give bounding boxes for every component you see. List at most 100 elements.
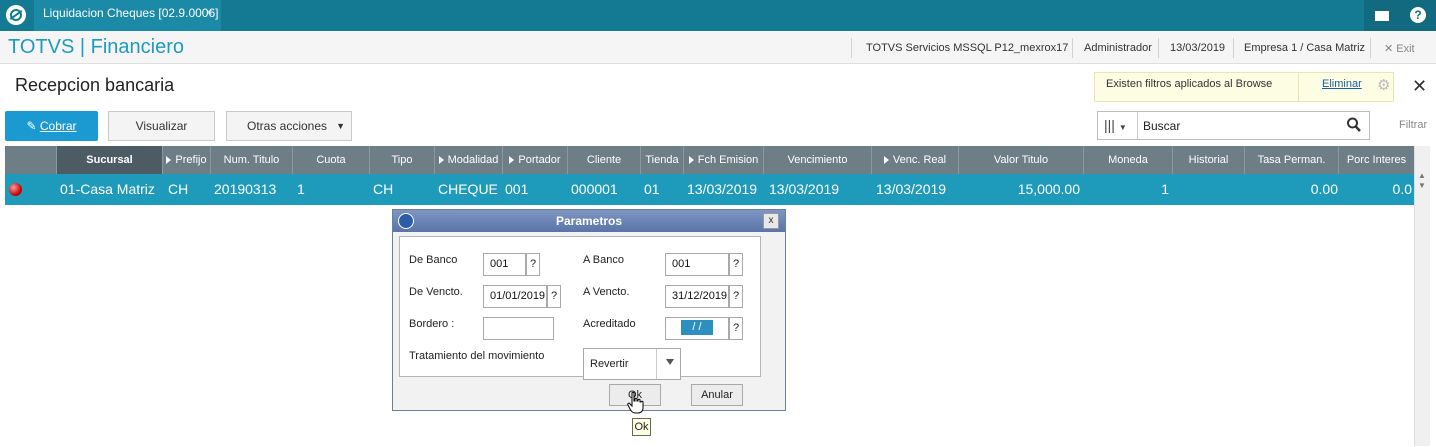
cell-cuota: 1 (297, 181, 305, 197)
column-header-tienda[interactable]: Tienda (641, 146, 684, 174)
header-separator (1370, 38, 1371, 58)
column-header-sucursal[interactable]: Sucursal (57, 146, 163, 174)
column-header-num-titulo[interactable]: Num. Titulo (211, 146, 293, 174)
header-separator (1072, 38, 1073, 58)
visualizar-button[interactable]: Visualizar (108, 111, 215, 141)
a-banco-lookup-button[interactable]: ? (729, 253, 743, 276)
dialog-close-button[interactable]: x (763, 213, 779, 229)
exit-button[interactable]: ✕ Exit (1384, 42, 1415, 55)
a-banco-field[interactable]: 001 (665, 253, 729, 276)
tab-close-icon[interactable]: × (206, 0, 220, 26)
header-separator (1233, 38, 1234, 58)
column-header-fch-emision[interactable]: Fch Emision (684, 146, 764, 174)
search-icon[interactable] (1346, 116, 1362, 134)
totvs-logo-icon[interactable] (6, 5, 26, 25)
column-header-modalidad[interactable]: Modalidad (435, 146, 503, 174)
columns-icon: ||| (1104, 117, 1115, 133)
filter-notice: Existen filtros aplicados al Browse (1106, 78, 1273, 90)
cell-valor-titulo: 15,000.00 (1017, 181, 1080, 197)
tratamiento-label: Tratamiento del movimiento (409, 350, 545, 362)
ok-tooltip: Ok (632, 418, 651, 436)
scroll-down-icon[interactable]: ▼ (1417, 181, 1427, 190)
de-banco-lookup-button[interactable]: ? (526, 253, 540, 276)
dropdown-arrow-icon: ▼ (336, 121, 345, 131)
cell-tipo: CH (373, 181, 394, 197)
header-separator (851, 38, 852, 58)
chevron-down-icon[interactable] (666, 359, 674, 365)
app-icon (398, 213, 414, 229)
filter-separator (1298, 73, 1299, 101)
mail-icon[interactable] (1364, 0, 1400, 31)
de-vencto-lookup-button[interactable]: ? (547, 285, 561, 308)
cobrar-button[interactable]: ✎ Cobrar (5, 111, 98, 141)
column-header-cuota[interactable]: Cuota (293, 146, 370, 174)
page-title: Recepcion bancaria (15, 75, 175, 95)
cell-vencimiento: 13/03/2019 (769, 181, 840, 197)
pencil-icon: ✎ (26, 119, 37, 133)
grid-header-status (5, 146, 57, 174)
cell-num-titulo: 20190313 (214, 181, 277, 197)
scroll-up-icon[interactable]: ▲ (1417, 171, 1427, 180)
cell-modalidad: CHEQUE (438, 181, 498, 197)
column-header-moneda[interactable]: Moneda (1084, 146, 1173, 174)
session-date: 13/03/2019 (1170, 42, 1226, 54)
otras-acciones-button[interactable]: Otras acciones ▼ (226, 111, 352, 141)
tab-liquidacion-cheques[interactable]: Liquidacion Cheques [02.9.0006] (34, 0, 221, 31)
acreditado-value: / / (681, 320, 713, 335)
column-header-portador[interactable]: Portador (503, 146, 568, 174)
close-icon[interactable]: ✕ (1412, 76, 1427, 97)
de-banco-field[interactable]: 001 (483, 253, 526, 276)
cell-fch-emision: 13/03/2019 (687, 181, 758, 197)
cell-sucursal: 01-Casa Matriz (60, 181, 155, 197)
server-info: TOTVS Servicios MSSQL P12_mexrox17 (866, 42, 1069, 54)
brand-title: TOTVS | Financiero (8, 36, 184, 58)
cell-cliente: 000001 (571, 181, 618, 197)
column-header-cliente[interactable]: Cliente (568, 146, 641, 174)
sort-arrow-icon (509, 156, 515, 165)
tab-title: Liquidacion Cheques [02.9.0006] (43, 6, 219, 20)
gear-icon[interactable]: ⚙ (1377, 78, 1393, 94)
de-banco-label: De Banco (409, 254, 458, 266)
tratamiento-selected-value: Revertir (590, 358, 629, 370)
sort-arrow-icon (438, 156, 444, 165)
column-header-tasa-perman[interactable]: Tasa Perman. (1245, 146, 1339, 174)
column-header-porc-interes[interactable]: Porc Interes (1339, 146, 1414, 174)
cell-porc-interes: 0.0 (1392, 181, 1412, 197)
sort-arrow-icon (166, 156, 172, 165)
de-vencto-label: De Vencto. (409, 286, 463, 298)
a-vencto-field[interactable]: 31/12/2019 (665, 285, 729, 308)
anular-button[interactable]: Anular (691, 384, 743, 406)
column-header-prefijo[interactable]: Prefijo (163, 146, 211, 174)
cell-historial (1174, 174, 1242, 205)
column-header-tipo[interactable]: Tipo (370, 146, 435, 174)
cell-moneda: 1 (1161, 181, 1169, 197)
filtrar-link[interactable]: Filtrar (1399, 119, 1427, 131)
a-banco-label: A Banco (583, 254, 624, 266)
cell-prefijo: CH (168, 181, 189, 197)
de-vencto-field[interactable]: 01/01/2019 (483, 285, 547, 308)
company-name: Empresa 1 / Casa Matriz (1244, 42, 1366, 54)
column-selector-button[interactable]: ||| ▼ (1098, 112, 1138, 139)
cell-venc-real: 13/03/2019 (876, 181, 947, 197)
a-vencto-lookup-button[interactable]: ? (729, 285, 743, 308)
dialog-title: Parametros (393, 210, 785, 232)
column-header-historial[interactable]: Historial (1173, 146, 1245, 174)
help-icon[interactable]: ? (1400, 0, 1436, 31)
user-name: Administrador (1084, 42, 1152, 54)
bordero-field[interactable] (483, 317, 554, 340)
vertical-scrollbar[interactable] (1414, 146, 1430, 446)
column-header-venc-real[interactable]: Venc. Real (872, 146, 959, 174)
cell-portador: 001 (505, 181, 529, 197)
acreditado-label: Acreditado (583, 318, 636, 330)
column-header-vencimiento[interactable]: Vencimiento (764, 146, 872, 174)
hand-cursor-icon (626, 391, 644, 415)
a-vencto-label: A Vencto. (583, 286, 630, 298)
column-header-valor-titulo[interactable]: Valor Titulo (959, 146, 1084, 174)
sort-arrow-icon (883, 156, 889, 165)
clear-filter-link[interactable]: Eliminar (1322, 78, 1362, 90)
status-red-dot-icon (9, 183, 22, 196)
search-input[interactable]: Buscar (1143, 119, 1180, 133)
acreditado-lookup-button[interactable]: ? (729, 317, 743, 340)
cell-tienda: 01 (644, 181, 660, 197)
bordero-label: Bordero : (409, 318, 455, 330)
